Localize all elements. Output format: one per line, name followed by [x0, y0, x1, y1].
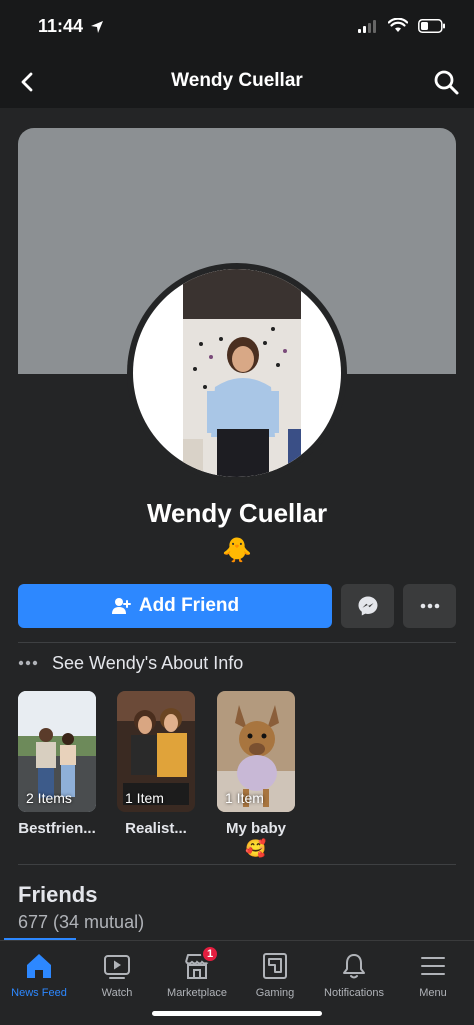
highlight-item[interactable]: 2 Items Bestfrien... — [18, 691, 96, 837]
profile-photo-image — [183, 269, 301, 477]
search-button[interactable] — [432, 68, 460, 96]
tab-label: Marketplace — [167, 987, 227, 999]
divider — [18, 642, 456, 643]
highlight-emoji: 🥰 — [245, 839, 267, 858]
status-time-text: 11:44 — [38, 16, 84, 36]
tab-label: News Feed — [11, 987, 67, 999]
menu-icon — [421, 957, 445, 975]
highlight-item[interactable]: 1 Item My baby 🥰 — [217, 691, 295, 859]
highlight-title: Bestfrien... — [18, 820, 96, 837]
bell-icon — [343, 954, 365, 979]
messenger-icon — [358, 596, 377, 616]
highlight-thumbnail: 2 Items — [18, 691, 96, 812]
more-options-button[interactable] — [403, 584, 456, 628]
profile-bio-emoji: 🐥 — [222, 537, 252, 564]
tab-gaming[interactable]: Gaming — [235, 949, 315, 999]
home-icon — [27, 954, 51, 978]
battery-icon — [418, 18, 445, 33]
highlight-thumbnail: 1 Item — [217, 691, 295, 812]
profile-picture[interactable] — [127, 263, 347, 483]
highlight-title: Realist... — [125, 820, 187, 837]
divider — [18, 864, 456, 865]
tab-notifications[interactable]: Notifications — [314, 949, 394, 999]
gaming-icon — [263, 953, 287, 979]
tab-label: Gaming — [255, 987, 295, 999]
highlight-title: My baby — [225, 820, 286, 837]
add-person-icon — [111, 598, 131, 614]
watch-icon — [104, 955, 130, 979]
location-arrow-icon — [91, 21, 104, 34]
status-time: 11:44 — [38, 16, 104, 37]
wifi-icon — [388, 18, 408, 32]
status-bar: 11:44 — [0, 0, 474, 54]
tab-label: Watch — [101, 987, 133, 999]
tab-label: Menu — [419, 987, 447, 999]
friends-section-title: Friends — [18, 882, 98, 907]
tab-label: Notifications — [324, 987, 384, 999]
about-info-link[interactable]: See Wendy's About Info — [18, 648, 243, 678]
search-icon — [434, 70, 459, 95]
highlight-count: 2 Items — [26, 790, 72, 806]
notification-badge: 1 — [201, 945, 219, 963]
tab-watch[interactable]: Watch — [77, 949, 157, 999]
friends-count[interactable]: 677 (34 mutual) — [18, 912, 144, 933]
highlight-item[interactable]: 1 Item Realist... — [117, 691, 195, 837]
more-dots-icon — [420, 603, 439, 609]
home-indicator — [152, 1011, 322, 1016]
profile-name: Wendy Cuellar — [146, 498, 328, 528]
nav-bar: Wendy Cuellar — [0, 54, 474, 108]
add-friend-label: Add Friend — [138, 595, 240, 616]
add-friend-button[interactable]: Add Friend — [18, 584, 332, 628]
tab-marketplace[interactable]: 1 Marketplace — [157, 945, 237, 999]
highlight-thumbnail: 1 Item — [117, 691, 195, 812]
highlight-count: 1 Item — [225, 790, 264, 806]
message-button[interactable] — [341, 584, 394, 628]
signal-icon — [358, 19, 376, 33]
tab-news-feed[interactable]: News Feed — [0, 949, 79, 999]
tab-menu[interactable]: Menu — [393, 949, 473, 999]
highlight-count: 1 Item — [125, 790, 164, 806]
page-title: Wendy Cuellar — [171, 70, 303, 91]
about-info-text: See Wendy's About Info — [52, 652, 244, 673]
more-dots-icon — [18, 660, 38, 666]
